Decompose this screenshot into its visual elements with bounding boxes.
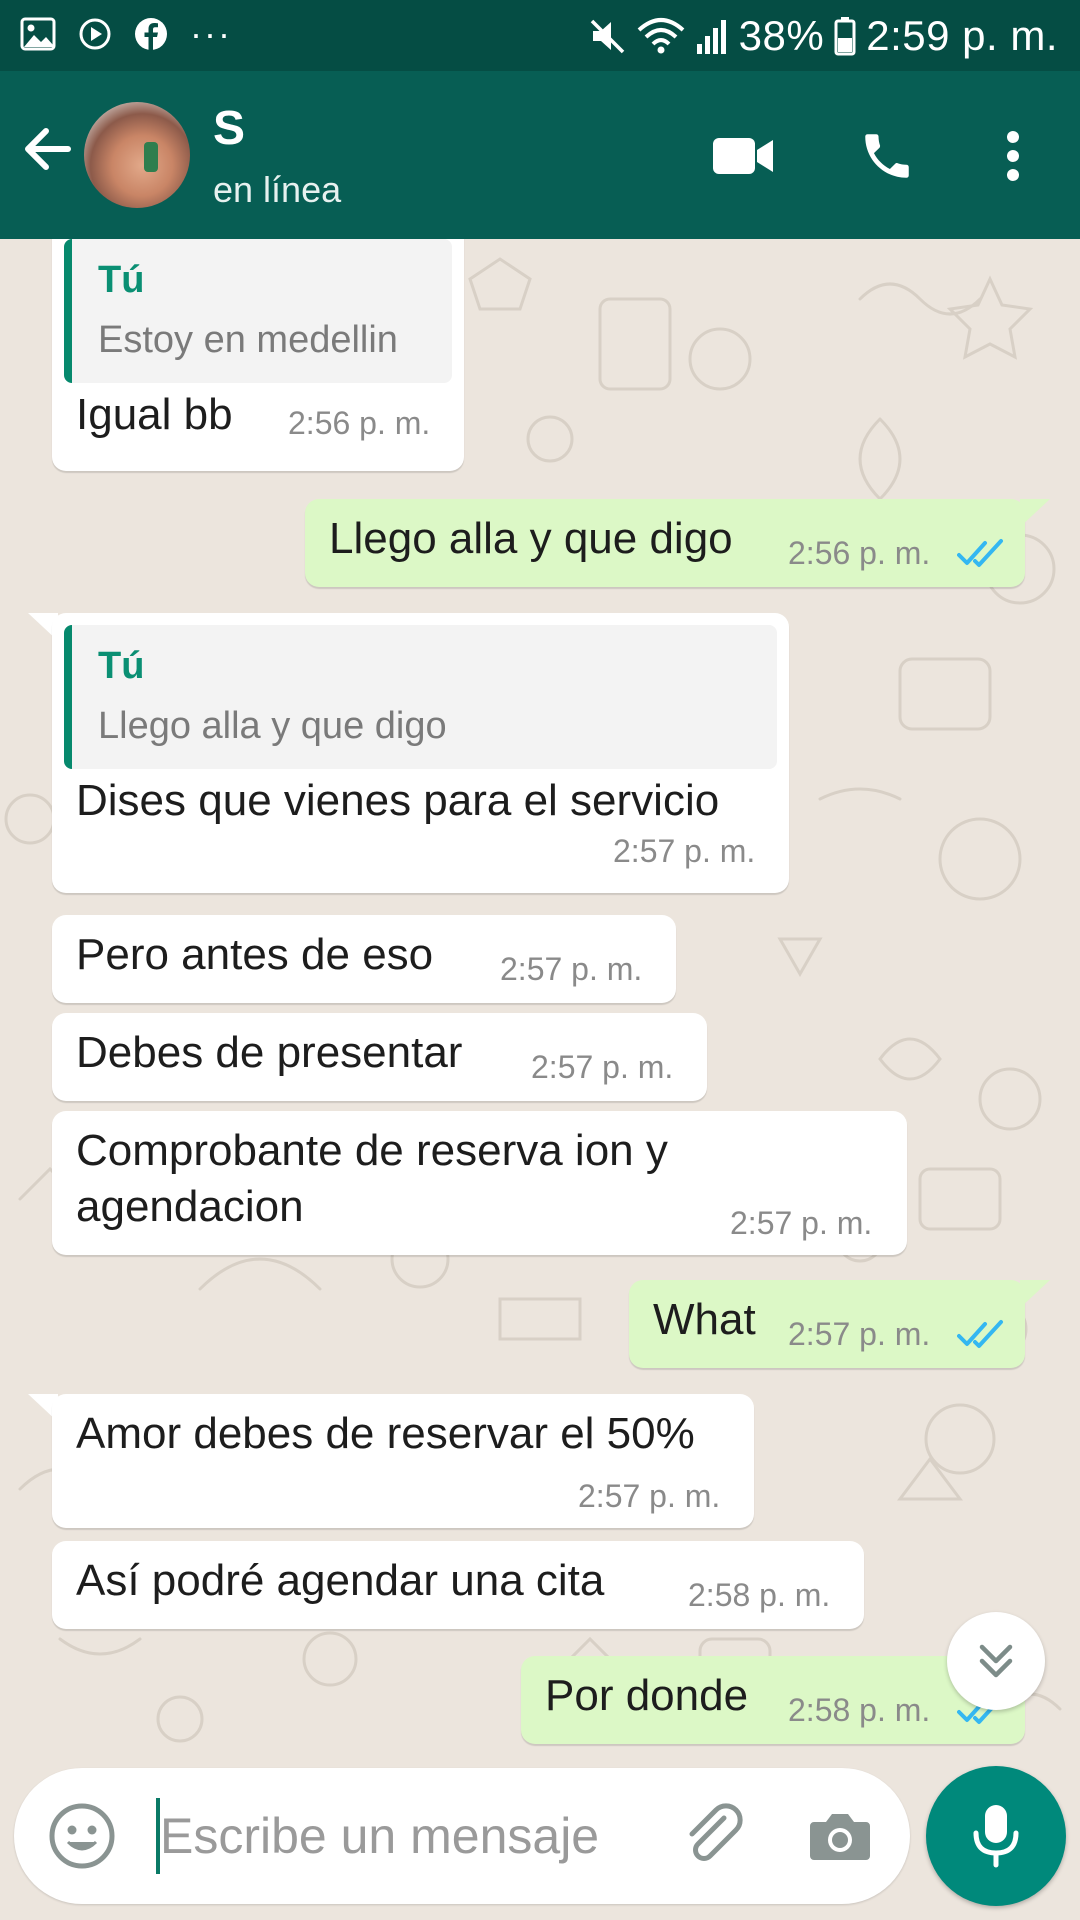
read-receipt-icon	[957, 539, 1003, 567]
attach-icon[interactable]	[678, 1800, 750, 1872]
more-notifications: ···	[190, 13, 232, 54]
phone-icon	[865, 134, 909, 178]
message-incoming[interactable]: Tú Llego alla y que digo Dises que viene…	[52, 613, 789, 893]
message-text: Igual bb	[76, 390, 233, 439]
message-incoming[interactable]: Amor debes de reservar el 50% 2:57 p. m.	[52, 1394, 754, 1528]
mic-icon	[973, 1805, 1019, 1868]
emoji-icon[interactable]	[46, 1800, 118, 1872]
message-time: 2:58 p. m.	[688, 1577, 831, 1613]
video-call-icon	[713, 138, 773, 174]
message-time: 2:58 p. m.	[788, 1692, 931, 1728]
message-time: 2:57 p. m.	[788, 1316, 931, 1352]
message-input[interactable]	[144, 1798, 680, 1874]
mute-icon	[590, 19, 624, 53]
quoted-message[interactable]: Tú Llego alla y que digo	[64, 625, 777, 769]
scroll-to-bottom-button[interactable]	[947, 1612, 1045, 1710]
message-text: What	[653, 1295, 756, 1344]
quote-text: Llego alla y que digo	[98, 705, 447, 747]
battery-percent: 38%	[738, 11, 825, 59]
message-text: Amor debes de reservar el 50%	[76, 1409, 695, 1458]
status-time: 2:59 p. m.	[866, 11, 1058, 59]
bubble-tail	[1020, 499, 1050, 527]
message-text: Llego alla y que digo	[329, 514, 733, 563]
message-time: 2:57 p. m.	[730, 1205, 873, 1241]
quote-author: Tú	[98, 259, 145, 301]
message-text: Pero antes de eso	[76, 930, 434, 979]
message-text: Por donde	[545, 1671, 749, 1720]
message-incoming[interactable]: Debes de presentar 2:57 p. m.	[52, 1013, 707, 1101]
message-text: Dises que vienes para el servicio	[76, 776, 720, 825]
message-time: 2:56 p. m.	[288, 405, 431, 441]
voice-call-button[interactable]	[852, 121, 922, 191]
facebook-icon	[135, 18, 167, 50]
more-options-button[interactable]	[978, 121, 1048, 191]
message-time: 2:56 p. m.	[788, 535, 931, 571]
wifi-icon	[637, 17, 685, 53]
signal-icon	[696, 19, 726, 54]
message-time: 2:57 p. m.	[578, 1478, 721, 1514]
status-bar: ··· 38% 2:59 p. m.	[0, 0, 1080, 71]
contact-name[interactable]: S	[213, 101, 245, 156]
avatar[interactable]	[84, 102, 190, 208]
quoted-message[interactable]: Tú Estoy en medellin	[64, 239, 452, 383]
message-incoming[interactable]: Así podré agendar una cita 2:58 p. m.	[52, 1541, 864, 1629]
bubble-tail	[1020, 1280, 1050, 1308]
gallery-icon	[20, 17, 56, 51]
camera-icon[interactable]	[804, 1800, 876, 1872]
message-time: 2:57 p. m.	[531, 1049, 674, 1085]
battery-icon	[834, 16, 856, 55]
message-text: Debes de presentar	[76, 1028, 463, 1077]
voice-record-button[interactable]	[926, 1766, 1066, 1906]
message-outgoing[interactable]: What 2:57 p. m.	[629, 1280, 1025, 1368]
back-arrow-icon[interactable]	[18, 119, 78, 179]
message-text: Así podré agendar una cita	[76, 1556, 605, 1605]
message-text-line-1: Comprobante de reserva ion y	[76, 1126, 668, 1175]
quote-author: Tú	[98, 645, 145, 687]
message-incoming[interactable]: Comprobante de reserva ion y agendacion …	[52, 1111, 907, 1255]
message-incoming[interactable]: Tú Estoy en medellin Igual bb 2:56 p. m.	[52, 239, 464, 471]
video-call-button[interactable]	[708, 121, 778, 191]
message-text-line-2: agendacion	[76, 1182, 304, 1231]
contact-status: en línea	[213, 169, 342, 210]
play-icon	[79, 18, 111, 50]
message-time: 2:57 p. m.	[500, 951, 643, 987]
chat-header: S en línea	[0, 71, 1080, 239]
message-outgoing[interactable]: Llego alla y que digo 2:56 p. m.	[305, 499, 1025, 587]
read-receipt-icon	[957, 1320, 1003, 1348]
message-list[interactable]: Tú Estoy en medellin Igual bb 2:56 p. m.…	[0, 239, 1080, 1769]
double-chevron-down-icon	[979, 1644, 1013, 1678]
message-incoming[interactable]: Pero antes de eso 2:57 p. m.	[52, 915, 676, 1003]
message-time: 2:57 p. m.	[613, 833, 756, 869]
more-vert-icon	[1007, 131, 1019, 181]
quote-text: Estoy en medellin	[98, 319, 398, 361]
message-composer	[14, 1768, 910, 1904]
